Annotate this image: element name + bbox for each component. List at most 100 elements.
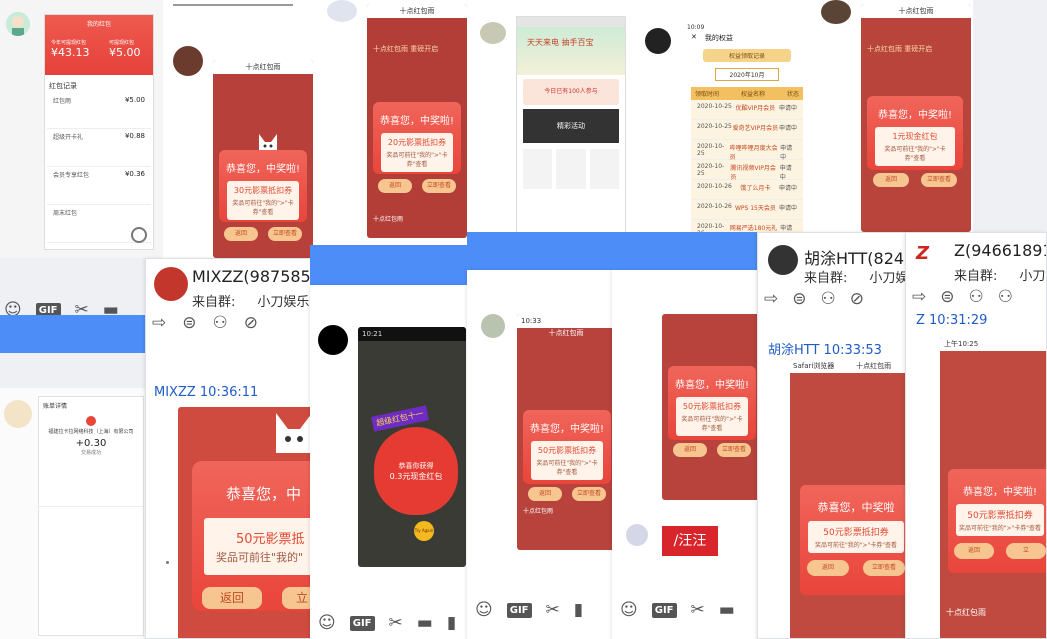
table-row: 2020-10-25 哔哩哔哩月度大会员 申请中: [691, 140, 803, 161]
block-user-icon[interactable]: ⊘: [244, 315, 258, 332]
view-button[interactable]: 立即查看: [572, 487, 606, 501]
avatar: [6, 12, 30, 36]
prize-popup: 恭喜您，中奖啦 50元影票抵扣券 奖品可前往"我的">"卡券"查看 返回 立即查看: [800, 485, 911, 595]
view-button[interactable]: 立即查看: [268, 227, 302, 241]
smile-icon[interactable]: ☺: [318, 615, 336, 632]
image-icon[interactable]: ▮: [447, 615, 456, 632]
at-icon[interactable]: ⊜: [792, 291, 806, 308]
message-toolbar: ⇨ ⊜ ⚇ ⚇: [912, 289, 1013, 306]
redpacket-screenshot: 我的红包 今年可提现红包 ¥43.13 可提现红包 ¥5.00 红包记录 红包雨…: [0, 0, 163, 258]
activity-phone: 天天来电 抽手百宝 今日已有100人参与 精彩活动: [516, 16, 626, 240]
chat-screenshot-3: 十点红包雨 十点红包雨 重磅开启 恭喜您，中奖啦! 1元现金红包 奖品可前往"我的…: [815, 0, 973, 236]
view-button[interactable]: 立即查看: [862, 560, 906, 576]
scissors-icon[interactable]: ✂: [546, 602, 560, 619]
avatar: [821, 0, 851, 24]
back-button[interactable]: 返回: [872, 173, 910, 187]
redpacket-header: 我的红包: [86, 21, 111, 28]
share-icon[interactable]: ⇨: [764, 291, 778, 308]
avatar: [318, 325, 348, 355]
block-user-icon[interactable]: ⊘: [850, 291, 864, 308]
folder-icon[interactable]: ▬: [417, 615, 433, 632]
smile-icon[interactable]: ☺: [620, 602, 638, 619]
bill-screenshot: 账单详情 福建拉卡拉网络科技（上海）有限公司 +0.30 交易成功: [0, 388, 145, 639]
back-button[interactable]: 返回: [378, 179, 412, 193]
prize-popup: 恭喜您，中奖啦! 50元影票抵扣券 奖品可前往"我的">"卡券"查看 返回立: [948, 469, 1046, 573]
view-button[interactable]: 立即查看: [920, 173, 958, 187]
balance-left: ¥43.13: [51, 46, 90, 59]
smile-icon[interactable]: ☺: [475, 602, 493, 619]
chat-toolbar: ☺ GIF ✂ ▬ ▮: [318, 615, 456, 632]
qq-penguin-icon: [645, 28, 671, 54]
back-button[interactable]: 返回: [806, 560, 850, 576]
gif-icon[interactable]: GIF: [349, 616, 375, 631]
close-icon[interactable]: ✕: [691, 33, 697, 43]
bill-title: 账单详情: [43, 403, 68, 410]
back-button[interactable]: 返回: [202, 587, 262, 609]
message-toolbar: ⇨ ⊜ ⚇ ⊘: [152, 315, 258, 332]
redpacket-rain-phone: 十点红包雨 恭喜您，中奖啦! 30元影票抵扣券 奖品可前往"我的">"卡券"查看 …: [213, 60, 313, 258]
bill-status: 交易成功: [80, 450, 101, 456]
gif-icon[interactable]: GIF: [506, 603, 532, 618]
share-icon[interactable]: ⇨: [912, 289, 926, 306]
prize-popup: 恭喜您，中奖啦! 20元影票抵扣券 奖品可前往"我的">"卡券"查看 返回 立即查看: [373, 102, 461, 193]
group-avatar: [154, 267, 188, 301]
balance-left-label: 今年可提现红包: [51, 40, 87, 46]
view-button[interactable]: 立即查看: [422, 179, 456, 193]
block-user-icon[interactable]: ⚇: [998, 289, 1013, 306]
records-title: 红包记录: [49, 82, 77, 90]
banner-text: 十点红包雨 重磅开启: [867, 45, 933, 53]
window-titlebar: [310, 245, 470, 285]
banner-text: 十点红包雨 重磅开启: [373, 45, 439, 53]
add-user-icon[interactable]: ⚇: [213, 315, 228, 332]
sender-name: 胡涂HTT(824: [804, 249, 905, 268]
table-row: 2020-10-26 WPS 15天会员 申请中: [691, 200, 803, 220]
avatar-face-icon: [6, 12, 30, 36]
page-bottom: 十点红包雨: [946, 608, 986, 617]
activity-banner: 精彩活动: [523, 109, 619, 143]
prize-popup: 恭喜您，中奖啦! 50元影票抵扣券 奖品可前往"我的">"卡券"查看 返回 立即查看: [668, 366, 756, 457]
view-button[interactable]: 立即查看: [717, 443, 751, 457]
gif-icon[interactable]: GIF: [651, 603, 677, 618]
sender-name: Z(94661891: [954, 241, 1047, 260]
sticker-wangwang: /汪汪: [662, 526, 718, 556]
back-button[interactable]: 返回: [528, 487, 562, 501]
from-group: 来自群: 小刀娱乐网: [192, 295, 317, 310]
group-avatar: [768, 245, 798, 275]
add-user-icon[interactable]: ⚇: [969, 289, 984, 306]
prize-popup: 恭喜您，中奖啦! 50元影票抵扣券 奖品可前往"我的">"卡券"查看 返回 立即查看: [523, 410, 611, 501]
table-row: 2020-10-26 饿了么月卡 申请中: [691, 180, 803, 200]
activity-sub: 今日已有100人参与: [523, 79, 619, 105]
benefits-screenshot: 10:09 ✕ 我的权益 权益领取记录 2020年10月 领取时间 权益名称 状态 2…: [635, 0, 815, 240]
from-group: 来自群:小刀娱乐: [804, 271, 911, 286]
view-button[interactable]: 立: [1006, 543, 1046, 559]
avatar: [327, 0, 357, 22]
at-icon[interactable]: ⊜: [182, 315, 196, 332]
list-item: 会员专享红包 ¥0.36: [47, 167, 151, 205]
list-item: 红包雨 ¥5.00: [47, 93, 151, 129]
window-titlebar: [0, 315, 145, 353]
message-timestamp: MIXZZ 10:36:11: [154, 385, 259, 400]
at-icon[interactable]: ⊜: [940, 289, 954, 306]
add-user-icon[interactable]: ⚇: [821, 291, 836, 308]
scissors-icon[interactable]: ✂: [691, 602, 705, 619]
chat-toolbar: ☺ GIF ✂ ▬: [620, 602, 735, 619]
message-timestamp: Z 10:31:29: [916, 313, 988, 328]
table-row: 2020-10-25 优酷VIP月会员 申请中: [691, 100, 803, 120]
redpacket-rain-phone: 上午10:25 恭喜您，中奖啦! 50元影票抵扣券 奖品可前往"我的">"卡券"查…: [940, 337, 1046, 638]
back-button[interactable]: 返回: [673, 443, 707, 457]
page-bottom: 十点红包雨: [523, 508, 554, 515]
chat-window-mixzz: MIXZZ(987585 来自群: 小刀娱乐网 ⇨ ⊜ ⚇ ⊘ MIXZZ 10:…: [145, 258, 317, 639]
redpacket-rain-phone: Safari浏览器 十点红包雨 恭喜您，中奖啦 50元影票抵扣券 奖品可前往"我的"…: [790, 359, 911, 638]
share-icon[interactable]: ⇨: [152, 315, 166, 332]
try-again-button[interactable]: Try Again: [414, 521, 434, 541]
prize-popup: 恭喜您，中奖啦! 30元影票抵扣券 奖品可前往"我的">"卡券"查看 返回 立即查看: [219, 150, 307, 241]
back-button[interactable]: 返回: [954, 543, 994, 559]
chat-screenshot-1: 十点红包雨 恭喜您，中奖啦! 30元影票抵扣券 奖品可前往"我的">"卡券"查看 …: [163, 0, 315, 258]
image-icon[interactable]: ▮: [574, 602, 583, 619]
message-toolbar: ⇨ ⊜ ⚇ ⊘: [764, 291, 864, 308]
scissors-icon[interactable]: ✂: [389, 615, 403, 632]
magnifier-icon[interactable]: [131, 227, 147, 243]
folder-icon[interactable]: ▬: [719, 602, 735, 619]
avatar: [481, 314, 505, 338]
back-button[interactable]: 返回: [224, 227, 258, 241]
